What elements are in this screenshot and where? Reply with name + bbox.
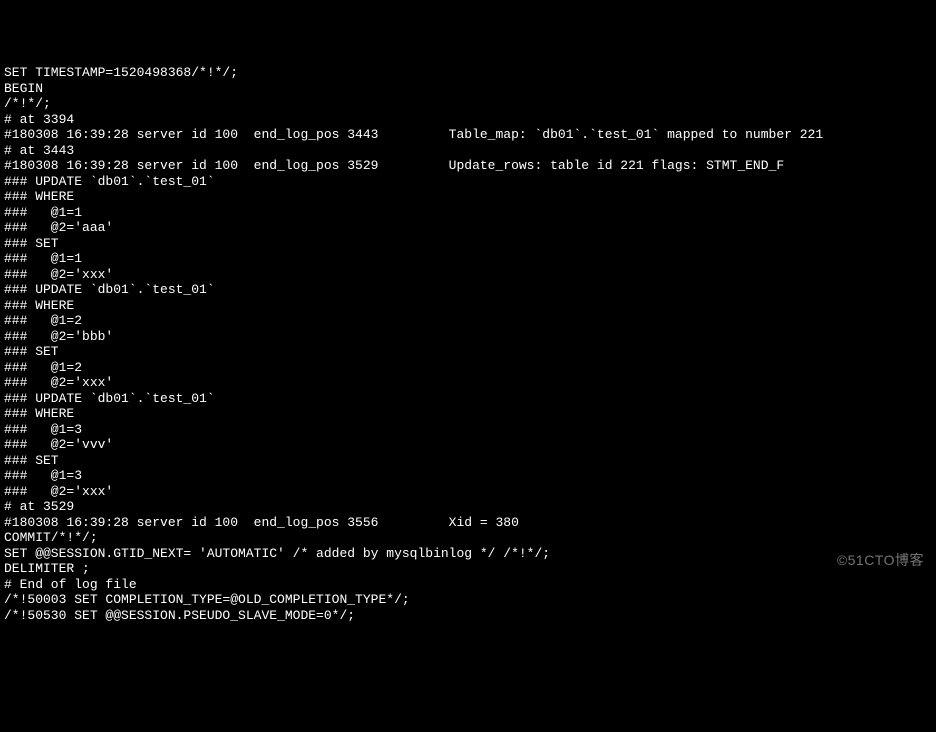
terminal-line: ### @1=1 [4, 205, 932, 221]
terminal-line: ### @1=2 [4, 360, 932, 376]
terminal-line: ### UPDATE `db01`.`test_01` [4, 174, 932, 190]
terminal-line: ### UPDATE `db01`.`test_01` [4, 282, 932, 298]
terminal-line: ### @2='bbb' [4, 329, 932, 345]
terminal-line: #180308 16:39:28 server id 100 end_log_p… [4, 127, 932, 143]
terminal-line: ### WHERE [4, 189, 932, 205]
terminal-line: # End of log file [4, 577, 932, 593]
terminal-output: SET TIMESTAMP=1520498368/*!*/;BEGIN/*!*/… [4, 65, 932, 623]
terminal-line: /*!50003 SET COMPLETION_TYPE=@OLD_COMPLE… [4, 592, 932, 608]
terminal-line: ### @2='vvv' [4, 437, 932, 453]
terminal-line: ### @1=3 [4, 422, 932, 438]
terminal-line: ### @2='xxx' [4, 375, 932, 391]
terminal-line: ### SET [4, 453, 932, 469]
terminal-line: ### @1=1 [4, 251, 932, 267]
watermark-text: ©51CTO博客 [837, 553, 924, 569]
terminal-line: DELIMITER ; [4, 561, 932, 577]
terminal-line: #180308 16:39:28 server id 100 end_log_p… [4, 158, 932, 174]
terminal-line: ### SET [4, 344, 932, 360]
terminal-line: BEGIN [4, 81, 932, 97]
terminal-line: SET @@SESSION.GTID_NEXT= 'AUTOMATIC' /* … [4, 546, 932, 562]
terminal-line: ### WHERE [4, 406, 932, 422]
terminal-line: ### @2='aaa' [4, 220, 932, 236]
terminal-line: # at 3529 [4, 499, 932, 515]
terminal-line: ### UPDATE `db01`.`test_01` [4, 391, 932, 407]
terminal-line: # at 3443 [4, 143, 932, 159]
terminal-line: # at 3394 [4, 112, 932, 128]
terminal-line: /*!50530 SET @@SESSION.PSEUDO_SLAVE_MODE… [4, 608, 932, 624]
terminal-line: SET TIMESTAMP=1520498368/*!*/; [4, 65, 932, 81]
terminal-line: /*!*/; [4, 96, 932, 112]
terminal-line: #180308 16:39:28 server id 100 end_log_p… [4, 515, 932, 531]
terminal-line: ### WHERE [4, 298, 932, 314]
terminal-line: ### SET [4, 236, 932, 252]
terminal-line: ### @1=3 [4, 468, 932, 484]
terminal-line: COMMIT/*!*/; [4, 530, 932, 546]
terminal-line: ### @2='xxx' [4, 484, 932, 500]
terminal-line: ### @1=2 [4, 313, 932, 329]
terminal-line: ### @2='xxx' [4, 267, 932, 283]
